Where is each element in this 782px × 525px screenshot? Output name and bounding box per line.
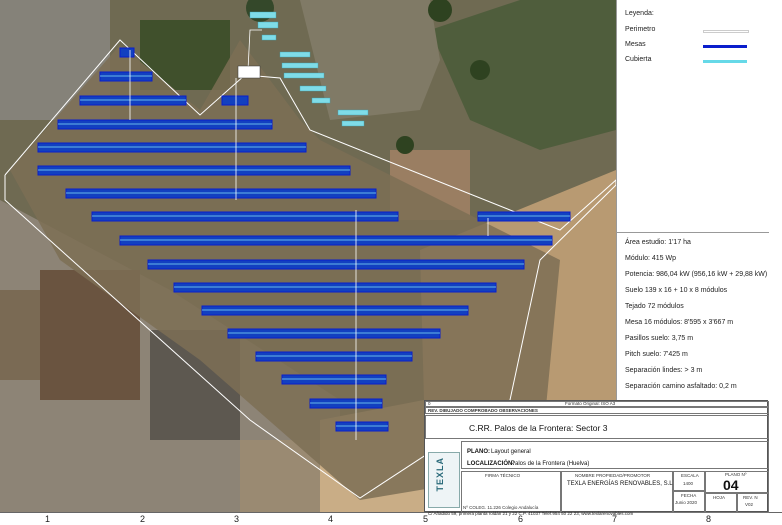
fecha-value: Junio 2020 [675,500,698,505]
inverter-station [237,65,261,79]
localizacion-label: LOCALIZACIÓN: [467,461,515,467]
title-block: 0 Formato Original: ISO A3 REV. DIBUJADO… [424,400,769,513]
info-panel: Área estudio: 1'17 ha Módulo: 415 Wp Pot… [616,232,769,401]
header-row-text: REV. DIBUJADO COMPROBADO OBSERVACIONES [428,408,538,413]
grid-col-label: 8 [706,514,712,524]
legend-swatch-mesas [703,45,747,48]
hoja-label: HOJA [713,495,726,500]
plano-label: PLANO: [467,449,490,455]
grid-col-label: 4 [328,514,334,524]
grid-col-label: 1 [45,514,51,524]
frame-bottom [0,512,782,525]
legend-label-perimetro: Perimetro [625,26,656,33]
firma-colegio: Nº COLEG. 11.226 Colegio Andalucía [463,505,539,510]
fecha-label: FECHA [681,493,697,498]
legend-label-mesas: Mesas [625,41,646,48]
escala-label: ESCALA [681,473,699,478]
propietario-value: TEXLA ENERGÍAS RENOVABLES, S.L. [567,481,675,487]
texla-logo-text: TEXLA [435,457,445,492]
legend-swatch-perimetro [703,30,749,33]
info-line: Módulo: 415 Wp [625,255,676,262]
project-title: C.RR. Palos de la Frontera: Sector 3 [469,423,608,433]
info-line: Separación lindes: > 3 m [625,367,703,374]
escala-value: 1400 [683,481,694,486]
rev-value: 0 [428,401,431,406]
legend-swatch-cubierta [703,60,747,63]
legend-title: Leyenda: [625,10,654,17]
legend-panel: Leyenda: Perimetro Mesas Cubierta [616,0,769,233]
plano-n-value: 04 [723,477,739,493]
rev-label: REV. N [743,495,758,500]
company-address: C/ Añadido 59, primera planta roldán 21 … [428,511,634,516]
grid-col-label: 3 [234,514,240,524]
info-line: Área estudio: 1'17 ha [625,239,691,246]
info-line: Mesa 16 módulos: 8'595 x 3'667 m [625,319,734,326]
grid-col-label: 2 [140,514,146,524]
info-line: Pitch suelo: 7'425 m [625,351,688,358]
format-label: Formato Original: ISO A3 [565,401,616,406]
plano-value: Layout general [491,449,531,455]
rev-n-value: V02 [745,502,754,507]
info-line: Potencia: 986,04 kW (956,16 kW + 29,88 k… [625,271,768,278]
frame-right [768,0,782,524]
propietario-label: NOMBRE PROPIEDAD/PROMOTOR [575,473,651,478]
info-line: Tejado 72 módulos [625,303,684,310]
info-line: Suelo 139 x 16 + 10 x 8 módulos [625,287,728,294]
firma-label: FIRMA TÉCNICO [485,473,521,478]
texla-logo: TEXLA [428,452,460,508]
localizacion-value: Palos de la Frontera (Huelva) [511,461,590,467]
info-line: Separación camino asfaltado: 0,2 m [625,383,737,390]
info-line: Pasillos suelo: 3,75 m [625,335,694,342]
legend-label-cubierta: Cubierta [625,56,652,63]
